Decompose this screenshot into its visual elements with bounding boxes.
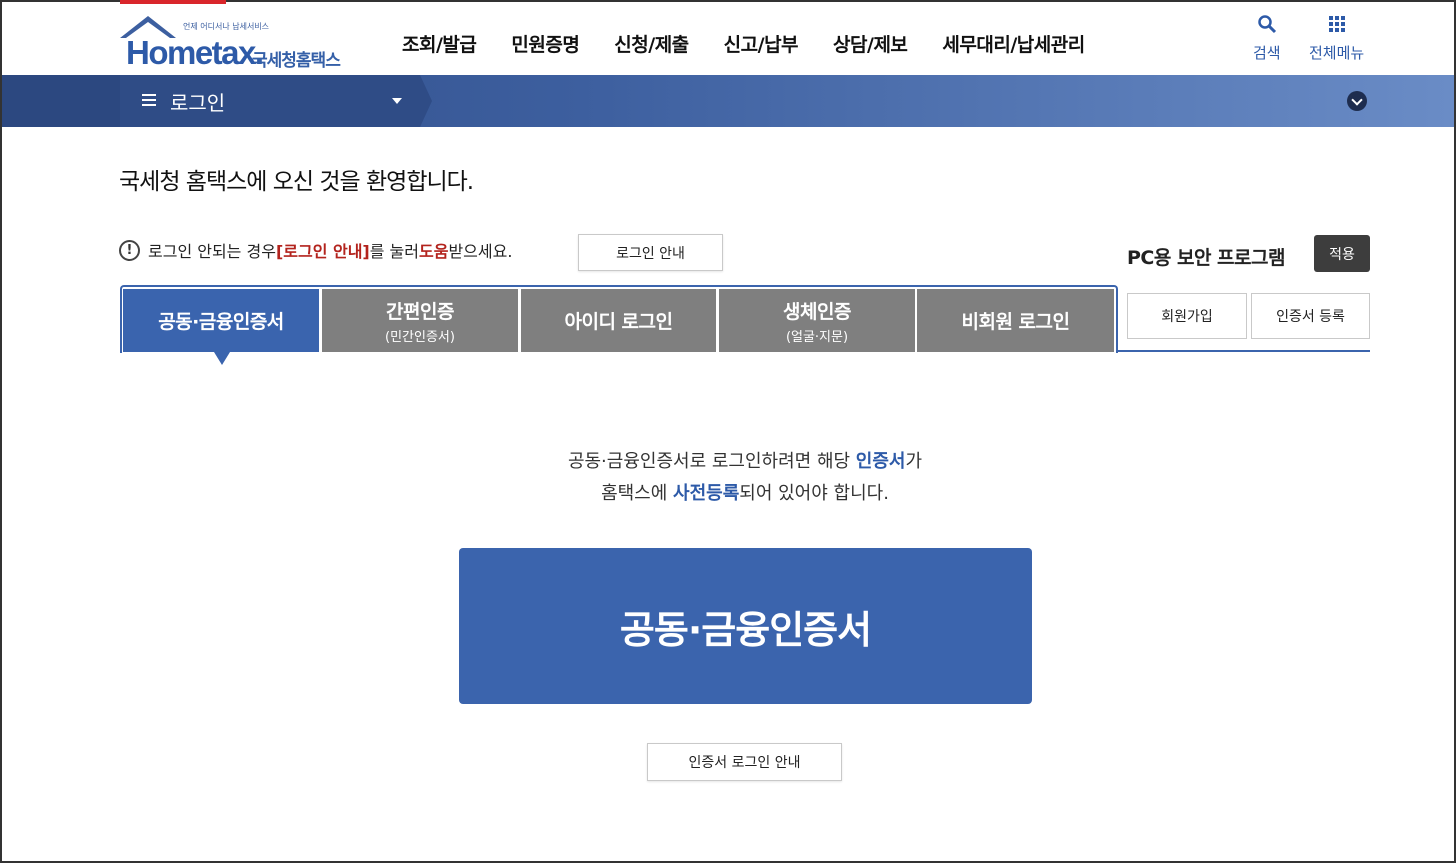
chevron-down-icon[interactable]	[1347, 91, 1367, 111]
login-guide-button[interactable]: 로그인 안내	[578, 234, 723, 271]
tab-joint-cert[interactable]: 공동·금융인증서	[123, 289, 319, 352]
info-emphasis: 인증서	[855, 451, 906, 472]
tab-id-login[interactable]: 아이디 로그인	[521, 289, 716, 352]
tab-sublabel: (얼굴·지문)	[785, 329, 849, 345]
all-menu-button[interactable]: 전체메뉴	[1309, 14, 1364, 63]
tab-label: 아이디 로그인	[564, 311, 674, 333]
info-emphasis: 사전등록	[673, 483, 740, 504]
cert-login-guide-button[interactable]: 인증서 로그인 안내	[647, 743, 842, 781]
apply-button[interactable]: 적용	[1314, 235, 1370, 272]
logo-korean-name: 국세청홈택스	[252, 51, 341, 71]
tab-simple-auth[interactable]: 간편인증 (민간인증서)	[322, 289, 518, 352]
location-title: 로그인	[170, 91, 226, 115]
window-frame	[0, 0, 1456, 863]
warning-icon: !	[119, 239, 140, 261]
search-button[interactable]: 검색	[1253, 14, 1281, 63]
active-tab-pointer	[214, 352, 230, 365]
caret-down-icon[interactable]	[392, 98, 402, 104]
joint-cert-login-button[interactable]: 공동·금융인증서	[459, 548, 1032, 704]
gnb-item-filing[interactable]: 신고/납부	[724, 30, 799, 57]
cert-info-text: 공동·금융인증서로 로그인하려면 해당 인증서가 홈택스에 사전등록되어 있어야…	[440, 446, 1050, 510]
register-cert-button[interactable]: 인증서 등록	[1251, 293, 1370, 339]
location-bar: 로그인	[2, 75, 1454, 127]
notice-text-mid: 를 눌러	[369, 242, 419, 261]
search-icon	[1258, 15, 1276, 34]
tab-guest-login[interactable]: 비회원 로그인	[917, 289, 1114, 352]
gnb-item-application[interactable]: 신청/제출	[614, 30, 689, 57]
hometax-logo[interactable]: 언제 어디서나 납세서비스 Hometax. 국세청홈택스	[118, 12, 358, 72]
notice-text-pre: 로그인 안되는 경우	[148, 242, 276, 261]
login-notice: ! 로그인 안되는 경우 [로그인 안내] 를 눌러 도움 받으세요.	[119, 238, 512, 262]
tab-sublabel: (민간인증서)	[385, 329, 455, 345]
notice-text-post: 받으세요.	[448, 242, 513, 261]
tab-biometric[interactable]: 생체인증 (얼굴·지문)	[719, 289, 915, 352]
location-dropdown[interactable]	[120, 75, 432, 127]
welcome-heading: 국세청 홈택스에 오신 것을 환영합니다.	[119, 169, 474, 195]
gnb-item-certificates[interactable]: 민원증명	[511, 30, 579, 57]
logo-wordmark: Hometax.	[126, 34, 264, 71]
accent-strip	[120, 0, 226, 4]
security-program-label: PC용 보안 프로그램	[1127, 247, 1285, 269]
notice-link-text: [로그인 안내]	[275, 242, 370, 261]
tab-label: 비회원 로그인	[961, 311, 1071, 333]
notice-help-text: 도움	[418, 242, 449, 261]
info-text: 가	[905, 451, 923, 472]
info-text: 공동·금융인증서로 로그인하려면 해당	[567, 451, 856, 472]
info-text: 되어 있어야 합니다.	[739, 483, 889, 504]
tab-label: 공동·금융인증서	[158, 311, 284, 333]
grid-icon	[1328, 16, 1345, 32]
tab-label: 간편인증	[386, 300, 454, 323]
join-button[interactable]: 회원가입	[1127, 293, 1247, 339]
all-menu-label: 전체메뉴	[1309, 44, 1365, 62]
search-label: 검색	[1253, 44, 1281, 62]
location-bar-left	[2, 75, 120, 127]
gnb-item-tax-agent[interactable]: 세무대리/납세관리	[942, 30, 1085, 57]
gnb-item-inquiry[interactable]: 조회/발급	[402, 30, 477, 57]
tab-label: 생체인증	[783, 300, 851, 323]
hamburger-icon[interactable]	[142, 94, 156, 106]
tab-underline	[1117, 350, 1370, 352]
info-text: 홈택스에	[601, 483, 674, 504]
logo-tagline: 언제 어디서나 납세서비스	[183, 22, 270, 31]
global-nav: 조회/발급 민원증명 신청/제출 신고/납부 상담/제보 세무대리/납세관리	[402, 30, 1120, 57]
gnb-item-consulting[interactable]: 상담/제보	[833, 30, 908, 57]
